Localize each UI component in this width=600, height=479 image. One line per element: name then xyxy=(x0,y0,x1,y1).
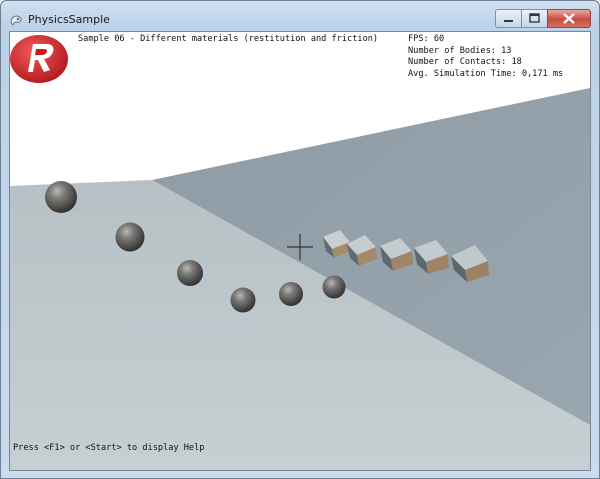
sphere xyxy=(279,282,303,306)
close-icon xyxy=(563,13,575,24)
window-title: PhysicsSample xyxy=(28,13,110,26)
sim-time-readout: Avg. Simulation Time: 0,171 ms xyxy=(408,68,564,79)
contacts-readout: Number of Contacts: 18 xyxy=(408,57,522,68)
maximize-icon xyxy=(529,13,540,23)
close-button[interactable] xyxy=(547,9,591,28)
sphere xyxy=(322,275,346,299)
sphere xyxy=(177,260,203,286)
minimize-button[interactable] xyxy=(495,9,521,28)
sphere xyxy=(115,222,145,252)
bodies-readout: Number of Bodies: 13 xyxy=(408,45,512,56)
application-window: PhysicsSample Sample 06 - Different mate… xyxy=(0,0,600,479)
sphere xyxy=(230,287,256,313)
app-icon xyxy=(9,12,23,26)
fps-readout: FPS: 60 xyxy=(408,34,445,44)
3d-scene xyxy=(10,32,590,470)
digitalrune-logo-icon xyxy=(10,35,68,83)
window-controls xyxy=(495,9,591,28)
maximize-button[interactable] xyxy=(521,9,547,28)
game-viewport[interactable]: Sample 06 - Different materials (restitu… xyxy=(9,31,591,471)
minimize-icon xyxy=(504,20,513,22)
help-hint: Press <F1> or <Start> to display Help xyxy=(13,443,205,453)
stats-panel: FPS: 60 Number of Bodies: 13 Number of C… xyxy=(408,34,563,80)
title-bar[interactable]: PhysicsSample xyxy=(1,1,599,31)
sphere xyxy=(45,181,77,213)
sample-title: Sample 06 - Different materials (restitu… xyxy=(78,34,379,44)
